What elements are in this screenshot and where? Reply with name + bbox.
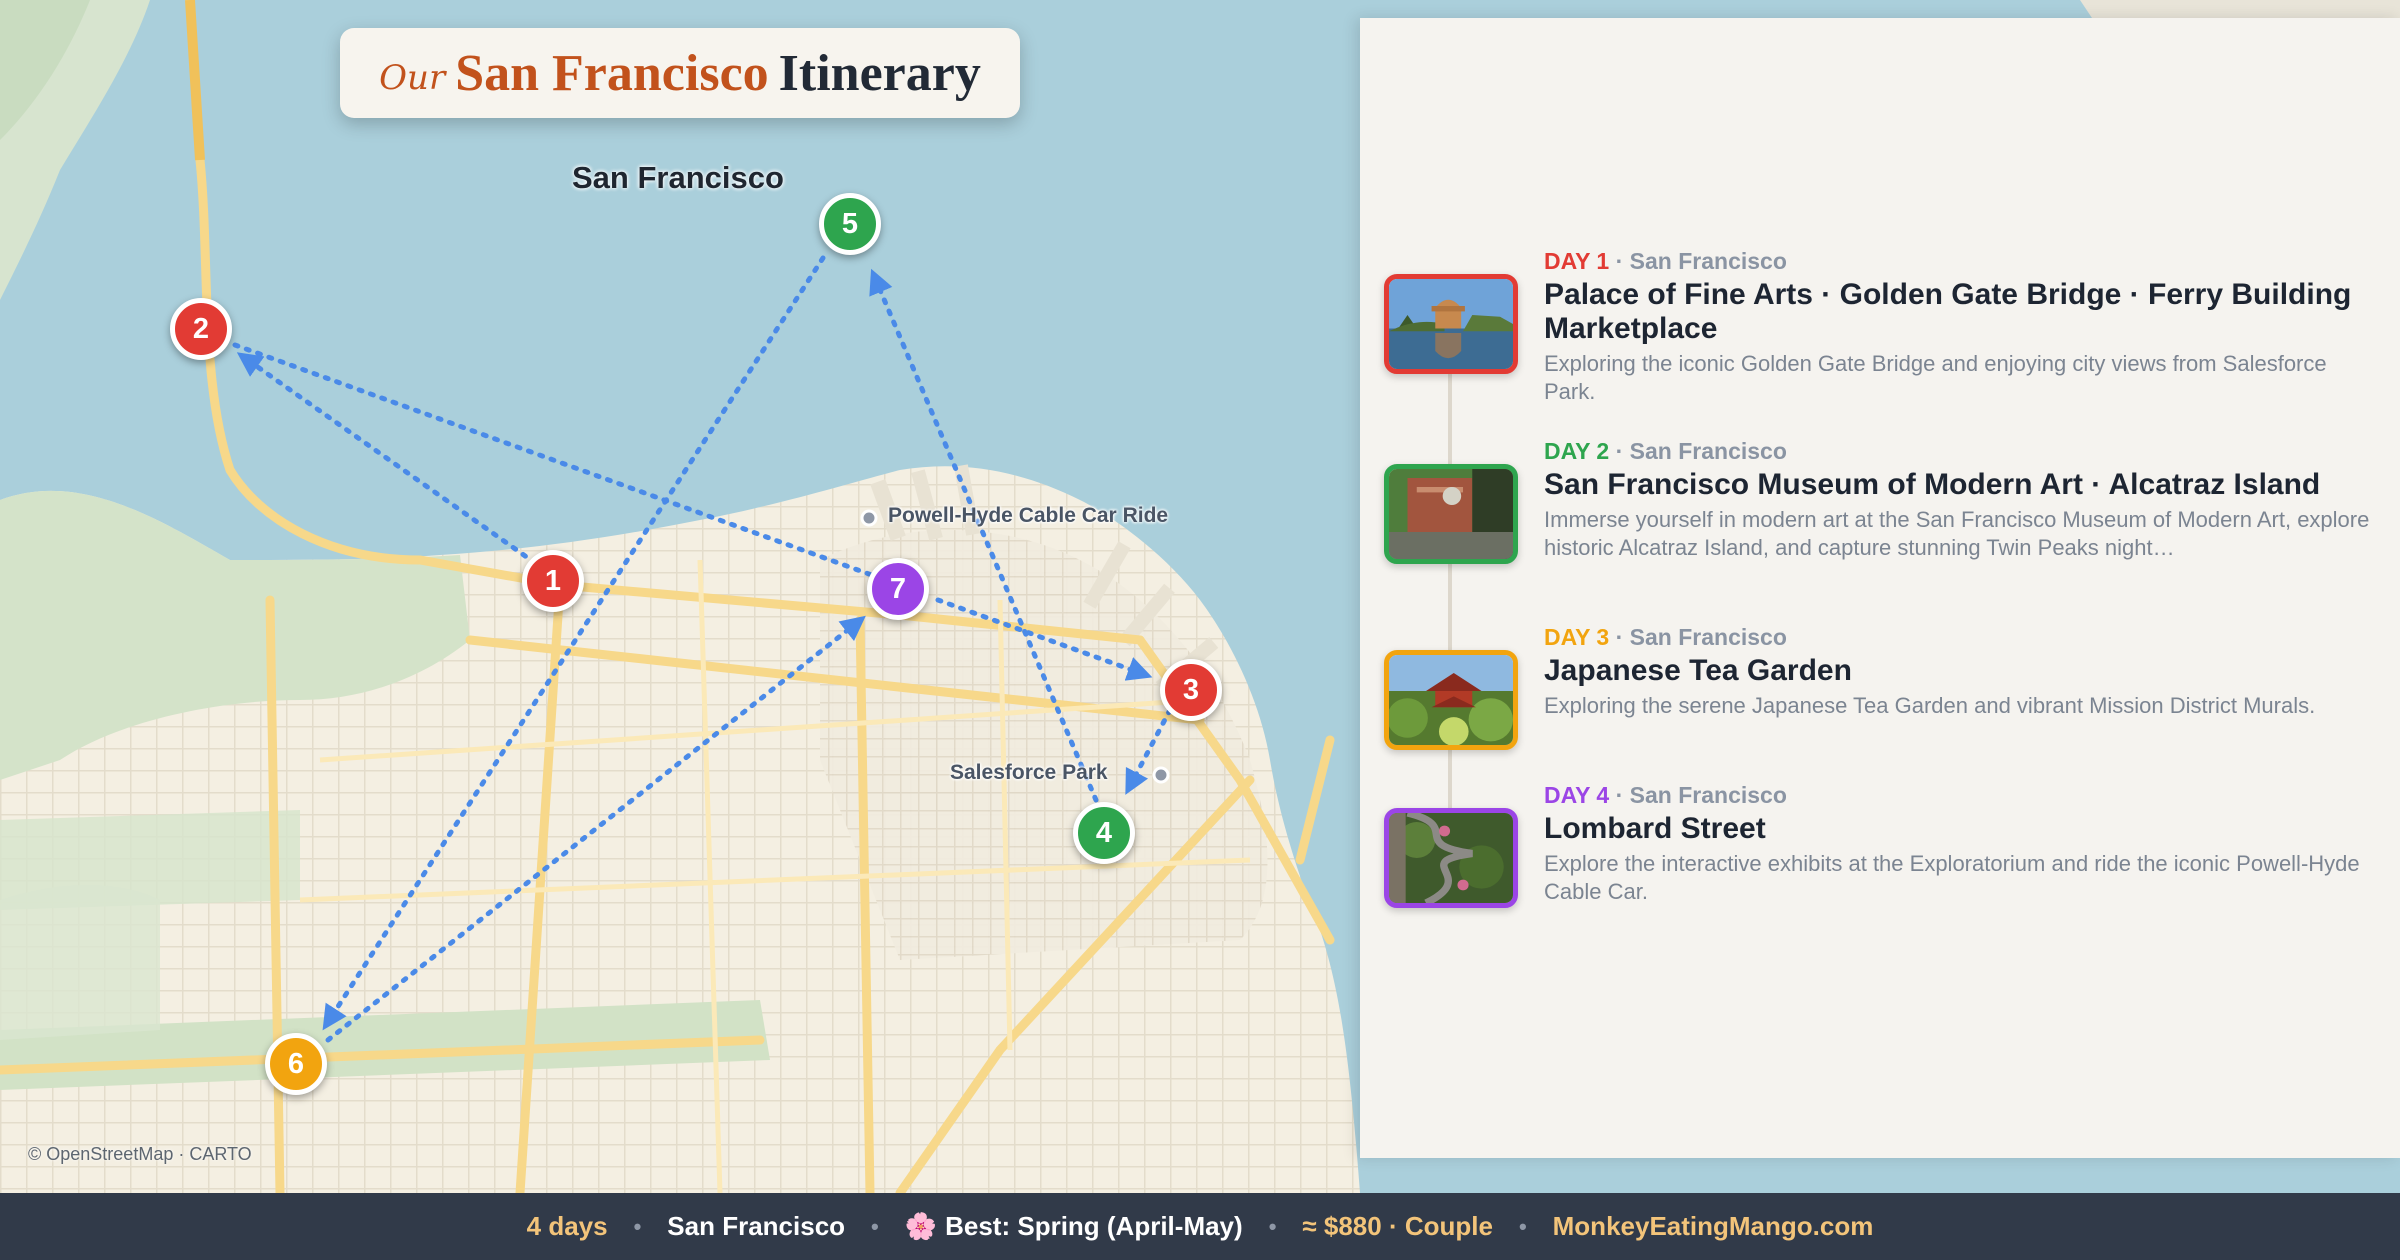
day-4-description: Explore the interactive exhibits at the … xyxy=(1544,851,2360,904)
day-1-label: DAY 1 xyxy=(1544,248,1610,274)
timeline-line xyxy=(1448,318,1452,878)
city-label: San Francisco xyxy=(572,160,784,195)
map-marker-4[interactable]: 4 xyxy=(1073,802,1135,864)
title-our: Our xyxy=(379,58,446,98)
footer-days: 4 days xyxy=(526,1211,608,1241)
day-3-title: Japanese Tea Garden xyxy=(1544,654,1852,687)
footer-separator: • xyxy=(871,1213,879,1239)
day-1-description: Exploring the iconic Golden Gate Bridge … xyxy=(1544,351,2327,404)
map-marker-1[interactable]: 1 xyxy=(522,550,584,612)
lombard-street-photo xyxy=(1384,808,1518,908)
day-1-location: · San Francisco xyxy=(1609,248,1787,274)
footer-bar: 4 days • San Francisco • 🌸 Best: Spring … xyxy=(0,1193,2400,1260)
poi-dot-salesforce xyxy=(1152,766,1170,784)
map-marker-3[interactable]: 3 xyxy=(1160,659,1222,721)
day-4-label: DAY 4 xyxy=(1544,782,1610,808)
map-marker-2[interactable]: 2 xyxy=(170,298,232,360)
day-3-label: DAY 3 xyxy=(1544,624,1610,650)
footer-city: San Francisco xyxy=(667,1211,846,1241)
map-attribution[interactable]: © OpenStreetMap · CARTO xyxy=(28,1144,252,1165)
day-2-title: San Francisco Museum of Modern Art · Alc… xyxy=(1544,468,2321,501)
day-3-description: Exploring the serene Japanese Tea Garden… xyxy=(1544,693,2316,718)
palace-of-fine-arts-photo xyxy=(1384,274,1518,374)
day-4-title: Lombard Street xyxy=(1544,812,1766,845)
map-marker-6[interactable]: 6 xyxy=(265,1033,327,1095)
poi-label-salesforce[interactable]: Salesforce Park xyxy=(950,761,1108,785)
footer-best-season: Best: Spring (April-May) xyxy=(945,1211,1243,1241)
japanese-tea-garden-photo xyxy=(1384,650,1518,750)
footer-separator: • xyxy=(633,1213,642,1239)
map-marker-7[interactable]: 7 xyxy=(867,558,929,620)
title-city: San Francisco xyxy=(455,44,769,102)
day-4-location: · San Francisco xyxy=(1609,782,1787,808)
museum-of-modern-art-photo xyxy=(1384,464,1518,564)
day-1-title: Palace of Fine Arts · Golden Gate Bridge… xyxy=(1544,278,2352,345)
day-2-location: · San Francisco xyxy=(1609,438,1787,464)
day-2-label: DAY 2 xyxy=(1544,438,1610,464)
footer-separator: • xyxy=(1518,1213,1527,1239)
itinerary-title-card: Our San Francisco Itinerary xyxy=(340,28,1020,118)
map-marker-5[interactable]: 5 xyxy=(819,193,881,255)
footer-separator: • xyxy=(1268,1213,1277,1239)
footer-cost: ≈ $880 · Couple xyxy=(1302,1211,1493,1241)
day-3-location: · San Francisco xyxy=(1609,624,1787,650)
footer-website-link[interactable]: MonkeyEatingMango.com xyxy=(1553,1211,1874,1242)
poi-dot-cable-car xyxy=(860,509,878,527)
poi-label-cable-car[interactable]: Powell-Hyde Cable Car Ride xyxy=(888,504,1168,528)
itinerary-panel: DAY 1 · San Francisco Palace of Fine Art… xyxy=(1360,18,2400,1158)
flower-icon: 🌸 xyxy=(904,1211,938,1241)
day-2-description: Immerse yourself in modern art at the Sa… xyxy=(1544,507,2370,560)
title-itinerary: Itinerary xyxy=(778,44,981,102)
